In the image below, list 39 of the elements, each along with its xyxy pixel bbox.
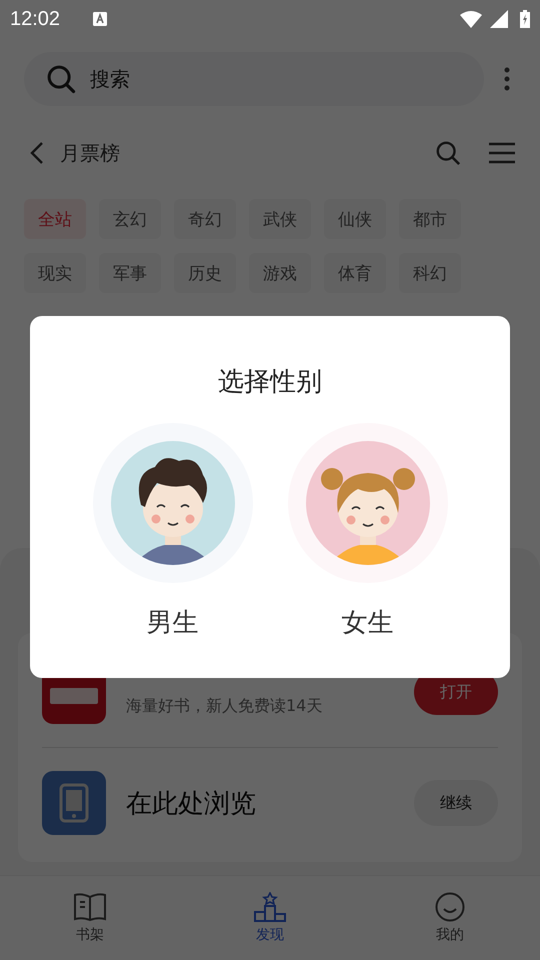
status-time: 12:02 <box>10 8 60 30</box>
category-tag[interactable]: 都市 <box>399 199 461 239</box>
category-tag[interactable]: 玄幻 <box>99 199 161 239</box>
back-icon[interactable] <box>30 141 44 165</box>
girl-avatar-drawing[interactable] <box>288 423 448 583</box>
category-tag[interactable]: 全站 <box>24 199 86 239</box>
category-tag[interactable]: 科幻 <box>399 253 461 293</box>
category-tag[interactable]: 军事 <box>99 253 161 293</box>
gender-option-label[interactable]: 男生 <box>146 605 198 640</box>
keyboard-notification-icon <box>92 11 108 27</box>
category-tag[interactable]: 历史 <box>174 253 236 293</box>
nav-tab[interactable]: 书架 <box>0 876 180 960</box>
app-description: 海量好书，新人免费读14天 <box>126 696 324 716</box>
book-icon <box>73 892 107 922</box>
category-tag[interactable]: 奇幻 <box>174 199 236 239</box>
nav-tab[interactable]: 发现 <box>180 876 360 960</box>
podium-icon <box>253 892 287 922</box>
app-name: 在此处浏览 <box>126 788 257 820</box>
page-title: 月票榜 <box>60 140 120 166</box>
nav-tab[interactable]: 我的 <box>360 876 540 960</box>
more-options-icon[interactable] <box>504 67 510 91</box>
battery-charging-icon <box>520 10 530 28</box>
search-icon[interactable] <box>434 140 462 166</box>
tablet-icon <box>42 771 106 835</box>
boy-avatar-drawing[interactable] <box>92 423 252 583</box>
continue-button[interactable]: 继续 <box>414 780 498 826</box>
menu-icon[interactable] <box>488 140 516 166</box>
dialog-title: 选择性别 <box>218 366 322 399</box>
category-tag[interactable]: 仙侠 <box>324 199 386 239</box>
signal-icon <box>488 10 510 28</box>
category-tag[interactable]: 现实 <box>24 253 86 293</box>
category-tag[interactable]: 游戏 <box>249 253 311 293</box>
wifi-icon <box>460 10 482 28</box>
smiley-icon <box>433 892 467 922</box>
search-field[interactable]: 搜索 <box>24 52 484 106</box>
gender-option-label[interactable]: 女生 <box>342 605 394 640</box>
search-icon <box>46 64 76 94</box>
category-tag[interactable]: 武侠 <box>249 199 311 239</box>
category-tag[interactable]: 体育 <box>324 253 386 293</box>
